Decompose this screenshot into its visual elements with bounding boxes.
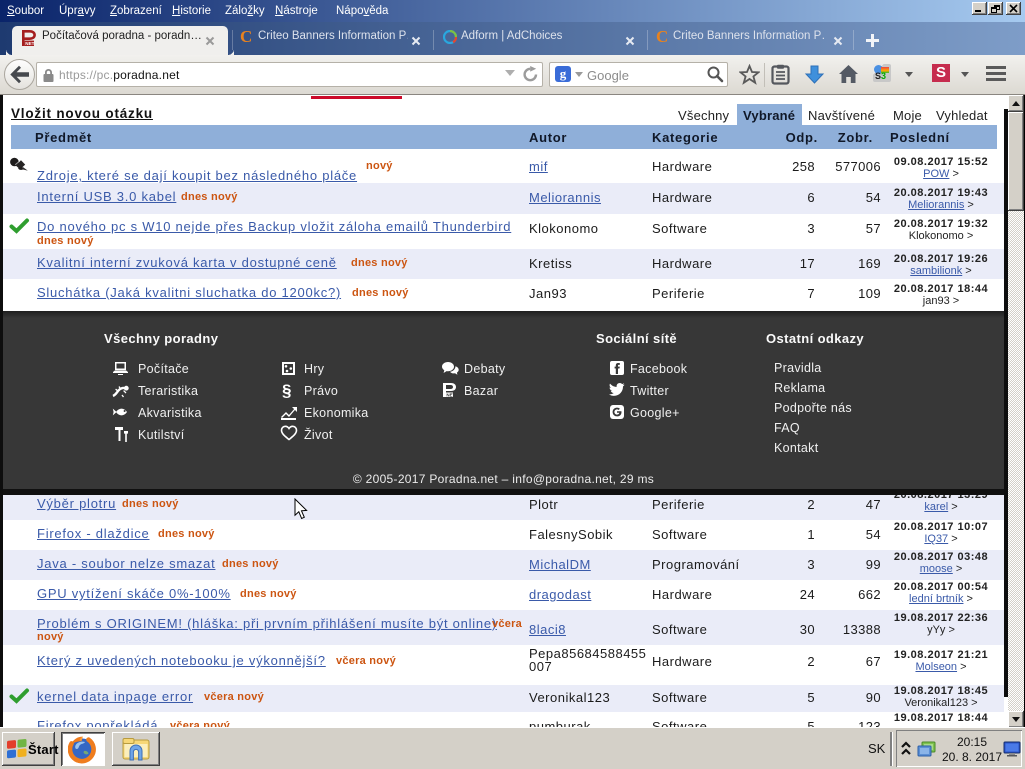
svg-text:NET: NET (446, 393, 455, 398)
svg-text:NET: NET (25, 41, 34, 46)
